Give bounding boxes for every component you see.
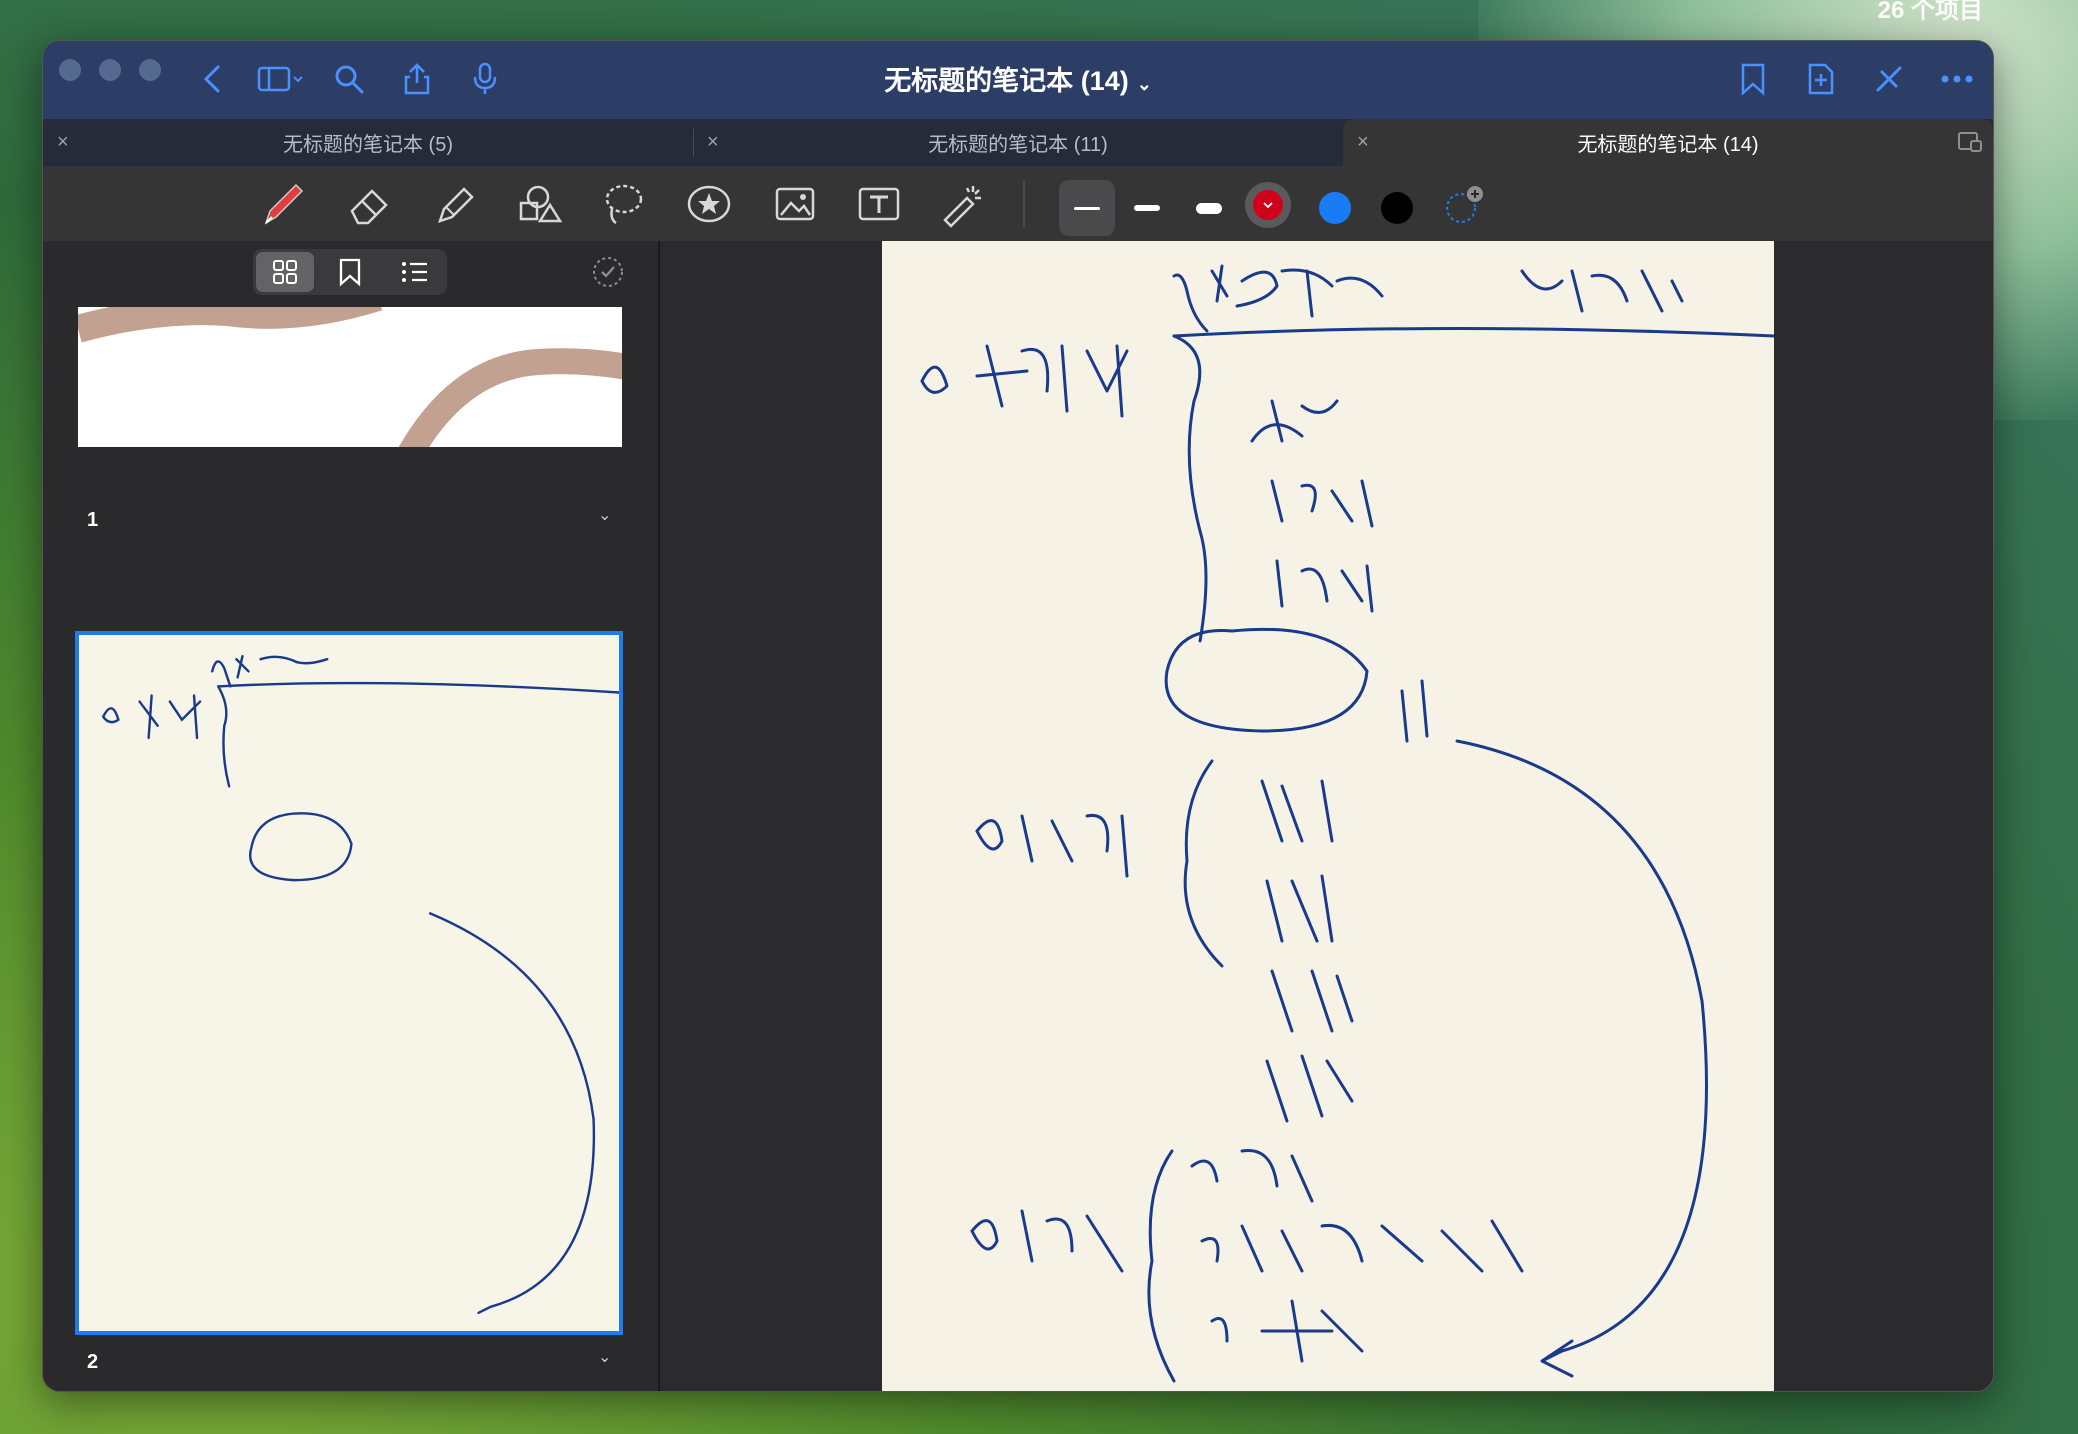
stroke-medium-button[interactable]: [1119, 180, 1175, 236]
select-pages-icon[interactable]: [591, 255, 625, 294]
page-thumbnail-1[interactable]: [78, 307, 622, 447]
page-2-menu-chevron-icon[interactable]: ⌄: [598, 1347, 611, 1367]
stroke-medium-icon: [1134, 205, 1160, 211]
add-color-icon[interactable]: [1441, 184, 1489, 233]
title-chevron-icon: ⌄: [1136, 74, 1152, 94]
pen-icon[interactable]: [259, 180, 307, 228]
text-icon[interactable]: [855, 180, 903, 228]
tab-label: 无标题的笔记本 (14): [1577, 134, 1759, 156]
stroke-thin-icon: [1074, 206, 1100, 210]
thumbnails-view-icon[interactable]: [256, 252, 314, 292]
page-1-drawing: [78, 307, 622, 447]
tab-bar: × 无标题的笔记本 (5) × 无标题的笔记本 (11) × 无标题的笔记本 (…: [43, 119, 1993, 166]
color-blue-swatch[interactable]: [1319, 192, 1351, 224]
page-number-2: 2: [87, 1351, 99, 1373]
drawing-toolbar: [43, 166, 1993, 241]
sidebar-view-selector: [253, 249, 447, 295]
page-thumbnail-2[interactable]: [75, 631, 623, 1335]
add-page-icon[interactable]: [1801, 59, 1841, 99]
tab-notebook-11[interactable]: × 无标题的笔记本 (11): [693, 119, 1343, 166]
shapes-icon[interactable]: [515, 180, 563, 228]
tab-close-icon[interactable]: ×: [57, 131, 69, 154]
note-page[interactable]: [882, 241, 1776, 1391]
pen-settings-icon[interactable]: [1869, 59, 1909, 99]
sticker-icon[interactable]: [685, 180, 733, 228]
stroke-thin-button[interactable]: [1059, 180, 1115, 236]
handwriting-canvas[interactable]: [882, 241, 1776, 1391]
notebook-title-text: 无标题的笔记本 (14): [884, 66, 1129, 96]
desktop-item-count: 26 个项目: [1877, 0, 1983, 24]
bookmark-icon[interactable]: [1733, 59, 1773, 99]
tab-notebook-5[interactable]: × 无标题的笔记本 (5): [43, 119, 693, 166]
color-red-swatch[interactable]: [1253, 190, 1283, 220]
page-sidebar: 1 ⌄ 2 ⌄: [43, 241, 660, 1391]
stroke-thick-button[interactable]: [1181, 180, 1237, 236]
toolbar-divider: [1023, 180, 1025, 228]
bookmarks-view-icon[interactable]: [321, 252, 379, 292]
page-2-drawing: [102, 654, 621, 1315]
stroke-thick-icon: [1196, 202, 1222, 214]
app-window: 无标题的笔记本 (14) ⌄ × 无标题的笔记本 (5) × 无标题的笔记本 (1…: [42, 40, 1994, 1392]
lasso-icon[interactable]: [599, 180, 647, 228]
title-bar: 无标题的笔记本 (14) ⌄: [43, 41, 1993, 119]
page-number-1: 1: [87, 509, 99, 531]
more-icon[interactable]: [1937, 59, 1977, 99]
tab-overview-icon[interactable]: [1957, 131, 1983, 159]
tab-notebook-14[interactable]: × 无标题的笔记本 (14): [1343, 119, 1993, 166]
tab-close-icon[interactable]: ×: [1357, 131, 1369, 154]
laser-pointer-icon[interactable]: [939, 180, 987, 228]
page-1-menu-chevron-icon[interactable]: ⌄: [598, 505, 611, 525]
eraser-icon[interactable]: [345, 180, 393, 228]
outline-view-icon[interactable]: [386, 252, 444, 292]
notebook-title[interactable]: 无标题的笔记本 (14) ⌄: [43, 59, 1993, 98]
tab-label: 无标题的笔记本 (11): [928, 134, 1108, 156]
image-icon[interactable]: [771, 180, 819, 228]
highlighter-icon[interactable]: [431, 180, 479, 228]
color-black-swatch[interactable]: [1381, 192, 1413, 224]
tab-label: 无标题的笔记本 (5): [283, 134, 453, 156]
tab-close-icon[interactable]: ×: [707, 131, 719, 154]
canvas-area: [660, 241, 1993, 1391]
